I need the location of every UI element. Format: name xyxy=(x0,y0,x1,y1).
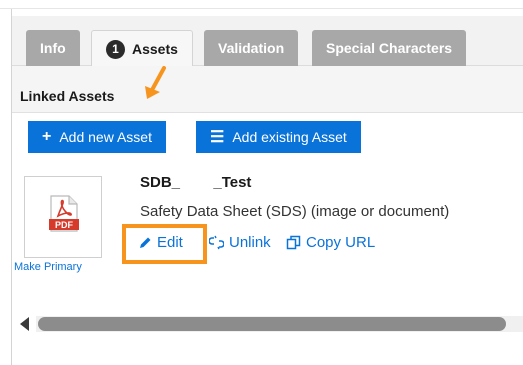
asset-name: SDB_ _Test xyxy=(140,174,252,191)
list-icon: ☰ xyxy=(210,129,225,146)
section-title: Linked Assets xyxy=(20,88,115,104)
horizontal-scrollbar[interactable] xyxy=(16,313,523,335)
unlink-link[interactable]: Unlink xyxy=(209,234,271,251)
copy-url-link[interactable]: Copy URL xyxy=(286,234,375,251)
tab-validation[interactable]: Validation xyxy=(204,30,299,66)
tab-special-characters[interactable]: Special Characters xyxy=(312,30,467,66)
asset-description: Safety Data Sheet (SDS) (image or docume… xyxy=(140,203,450,220)
tab-count-badge: 1 xyxy=(106,39,125,59)
copy-url-label: Copy URL xyxy=(306,234,376,251)
copy-icon xyxy=(286,235,301,250)
tab-info[interactable]: Info xyxy=(26,30,80,66)
pencil-icon xyxy=(140,237,151,248)
scroll-left-icon[interactable] xyxy=(20,317,29,331)
add-existing-asset-label: Add existing Asset xyxy=(232,129,347,145)
unlink-icon xyxy=(209,235,224,250)
tab-validation-label: Validation xyxy=(218,40,285,56)
svg-text:PDF: PDF xyxy=(55,220,74,230)
asset-thumbnail[interactable]: PDF xyxy=(24,176,102,258)
tab-assets[interactable]: 1 Assets xyxy=(91,30,193,67)
tab-bar: Info 1 Assets Validation Special Charact… xyxy=(12,16,523,67)
add-existing-asset-button[interactable]: ☰ Add existing Asset xyxy=(196,121,361,153)
tab-special-characters-label: Special Characters xyxy=(326,40,453,56)
unlink-label: Unlink xyxy=(229,234,271,251)
tab-info-label: Info xyxy=(40,40,66,56)
scrollbar-thumb[interactable] xyxy=(38,317,506,331)
add-new-asset-label: Add new Asset xyxy=(59,129,152,145)
top-divider xyxy=(0,8,523,9)
section-header: Linked Assets xyxy=(12,66,523,113)
make-primary-link[interactable]: Make Primary xyxy=(14,261,82,273)
plus-icon: + xyxy=(42,128,52,145)
edit-link[interactable]: Edit xyxy=(138,234,183,251)
edit-label: Edit xyxy=(157,234,183,251)
pdf-file-icon: PDF xyxy=(49,195,79,232)
tab-assets-label: Assets xyxy=(132,41,178,57)
add-new-asset-button[interactable]: + Add new Asset xyxy=(28,121,166,153)
annotation-arrow-icon xyxy=(145,66,166,99)
